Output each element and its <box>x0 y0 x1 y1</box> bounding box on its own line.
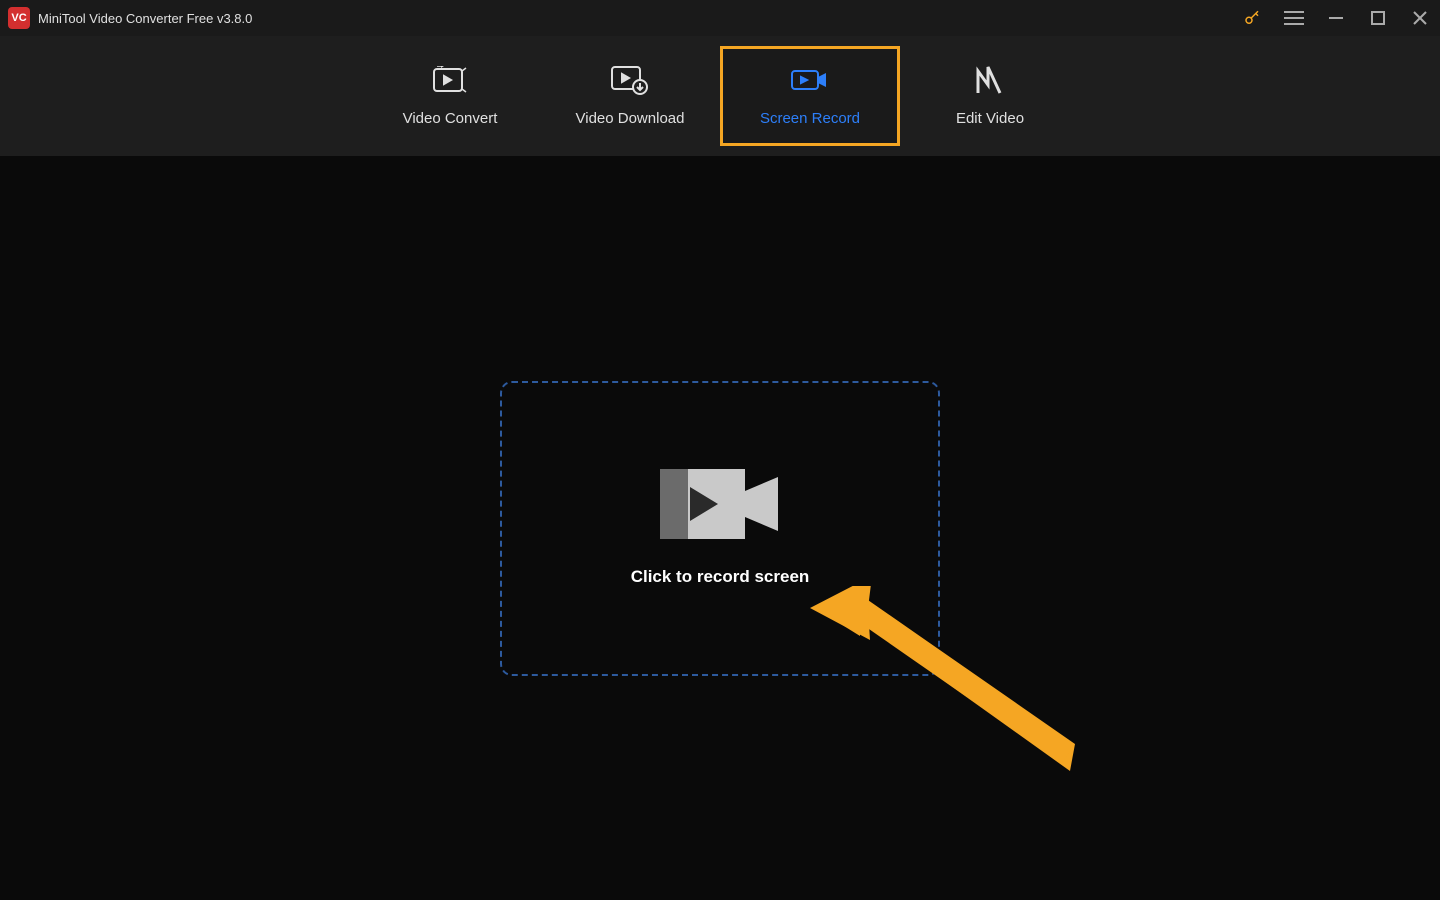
tab-label: Screen Record <box>760 110 860 127</box>
tab-edit-video[interactable]: Edit Video <box>900 46 1080 146</box>
edit-video-icon <box>970 66 1010 94</box>
minimize-icon[interactable] <box>1324 6 1348 30</box>
maximize-icon[interactable] <box>1366 6 1390 30</box>
tab-label: Video Download <box>576 110 685 127</box>
app-logo-icon: VC <box>8 7 30 29</box>
tab-video-convert[interactable]: Video Convert <box>360 46 540 146</box>
menu-icon[interactable] <box>1282 6 1306 30</box>
tab-label: Edit Video <box>956 110 1024 127</box>
titlebar-left: VC MiniTool Video Converter Free v3.8.0 <box>8 7 252 29</box>
titlebar: VC MiniTool Video Converter Free v3.8.0 <box>0 0 1440 36</box>
video-download-icon <box>610 66 650 94</box>
screen-record-icon <box>790 66 830 94</box>
app-title: MiniTool Video Converter Free v3.8.0 <box>38 11 252 26</box>
camera-icon <box>660 469 780 539</box>
key-icon[interactable] <box>1240 6 1264 30</box>
tab-screen-record[interactable]: Screen Record <box>720 46 900 146</box>
record-prompt-text: Click to record screen <box>631 567 810 587</box>
tab-video-download[interactable]: Video Download <box>540 46 720 146</box>
video-convert-icon <box>430 66 470 94</box>
content-area: Click to record screen <box>0 156 1440 900</box>
close-icon[interactable] <box>1408 6 1432 30</box>
tab-label: Video Convert <box>403 110 498 127</box>
titlebar-right <box>1240 6 1432 30</box>
nav-toolbar: Video Convert Video Download Screen Reco… <box>0 36 1440 156</box>
app-logo-text: VC <box>11 12 26 24</box>
record-screen-dropzone[interactable]: Click to record screen <box>500 381 940 676</box>
